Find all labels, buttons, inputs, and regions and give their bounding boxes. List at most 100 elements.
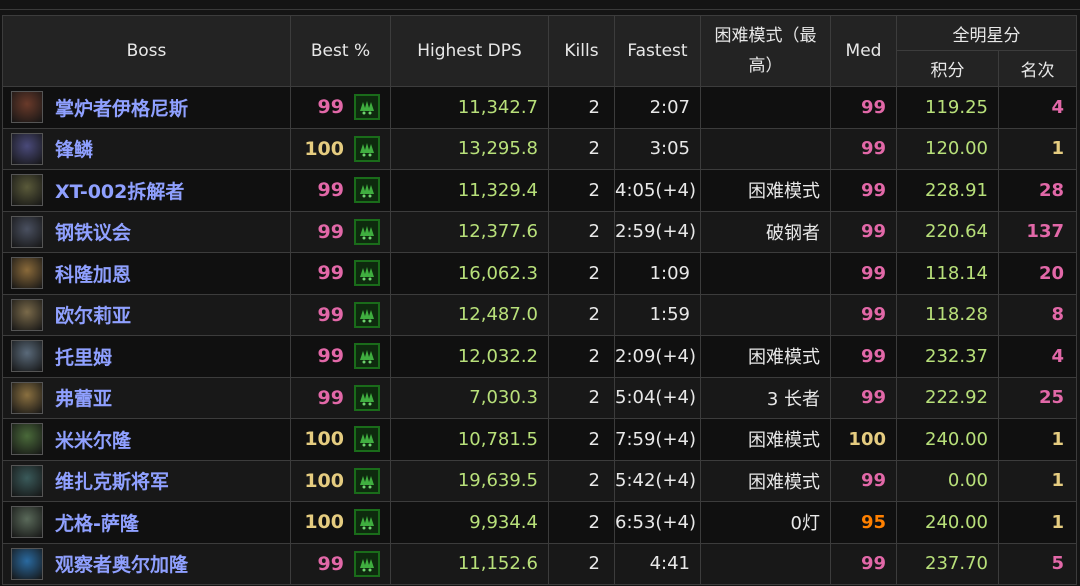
fastest-kill[interactable]: 7:59(+4)	[614, 418, 701, 461]
boss-wrap: 欧尔莉亚	[11, 298, 290, 331]
fastest-kill[interactable]: 4:41	[614, 542, 701, 585]
highest-dps: 9,934.4	[390, 501, 549, 544]
highest-dps: 19,639.5	[390, 459, 549, 502]
boss-name-link[interactable]: 科隆加恩	[55, 260, 131, 287]
median-percent: 99	[830, 542, 897, 585]
fastest-kill[interactable]: 6:53(+4)	[614, 501, 701, 544]
hard-mode: 破钢者	[700, 210, 831, 253]
header-points[interactable]: 积分	[896, 50, 999, 87]
boss-name-link[interactable]: 尤格-萨隆	[55, 509, 139, 536]
druid-feral-icon[interactable]	[354, 177, 380, 204]
header-highest-dps[interactable]: Highest DPS	[390, 15, 549, 87]
highest-dps: 13,295.8	[390, 127, 549, 170]
boss-name-link[interactable]: 欧尔莉亚	[55, 301, 131, 328]
table-row[interactable]: 科隆加恩 99 16,062.3 2 1:09 99 118.14 20	[2, 252, 1077, 295]
best-wrap: 99	[292, 218, 390, 245]
boss-portrait-icon	[11, 132, 43, 165]
boss-portrait-icon	[11, 506, 43, 539]
boss-name-link[interactable]: 托里姆	[55, 343, 112, 370]
all-stars-rank: 25	[998, 376, 1077, 419]
druid-feral-icon[interactable]	[354, 301, 380, 328]
table-row[interactable]: 观察者奥尔加隆 99 11,152.6 2 4:41 99 237.70 5	[2, 542, 1077, 585]
hard-mode	[700, 86, 831, 129]
table-row[interactable]: 锋鳞 100 13,295.8 2 3:05 99 120.00 1	[2, 127, 1077, 170]
header-median[interactable]: Med	[830, 15, 897, 87]
hard-mode	[700, 127, 831, 170]
table-row[interactable]: 米米尔隆 100 10,781.5 2 7:59(+4) 困难模式 100 240.00 1	[2, 418, 1077, 461]
druid-feral-icon[interactable]	[354, 509, 380, 536]
best-percent-cell: 99	[290, 335, 391, 378]
druid-feral-icon[interactable]	[354, 550, 380, 577]
best-wrap: 100	[292, 467, 390, 494]
boss-cell: 科隆加恩	[2, 252, 291, 295]
best-percent-cell: 100	[290, 127, 391, 170]
fastest-kill[interactable]: 5:04(+4)	[614, 376, 701, 419]
boss-name-link[interactable]: 米米尔隆	[55, 426, 131, 453]
best-wrap: 99	[292, 94, 390, 121]
kills: 2	[548, 376, 615, 419]
kills: 2	[548, 169, 615, 212]
header-fastest[interactable]: Fastest	[614, 15, 701, 87]
boss-name-link[interactable]: 维扎克斯将军	[55, 467, 169, 494]
boss-name-link[interactable]: 锋鳞	[55, 135, 93, 162]
table-row[interactable]: 维扎克斯将军 100 19,639.5 2 5:42(+4) 困难模式 99 0.00 1	[2, 459, 1077, 502]
boss-name-link[interactable]: 观察者奥尔加隆	[55, 550, 188, 577]
all-stars-points: 222.92	[896, 376, 999, 419]
table-row[interactable]: XT-002拆解者 99 11,329.4 2 4:05(+4) 困难模式 99 228.91…	[2, 169, 1077, 212]
boss-cell: 尤格-萨隆	[2, 501, 291, 544]
all-stars-points: 232.37	[896, 335, 999, 378]
boss-name-link[interactable]: 掌炉者伊格尼斯	[55, 94, 188, 121]
header-hard-mode[interactable]: 困难模式（最高）	[700, 15, 831, 87]
highest-dps: 16,062.3	[390, 252, 549, 295]
fastest-kill[interactable]: 1:59	[614, 293, 701, 336]
boss-portrait-icon	[11, 257, 43, 290]
druid-feral-icon[interactable]	[354, 218, 380, 245]
boss-wrap: 托里姆	[11, 340, 290, 373]
header-kills[interactable]: Kills	[548, 15, 615, 87]
boss-name-link[interactable]: 弗蕾亚	[55, 384, 112, 411]
boss-cell: 掌炉者伊格尼斯	[2, 86, 291, 129]
table-row[interactable]: 尤格-萨隆 100 9,934.4 2 6:53(+4) 0灯 95 240.00 1	[2, 501, 1077, 544]
header-rank[interactable]: 名次	[998, 50, 1077, 87]
all-stars-points: 118.28	[896, 293, 999, 336]
table-row[interactable]: 钢铁议会 99 12,377.6 2 2:59(+4) 破钢者 99 220.64 137	[2, 210, 1077, 253]
boss-portrait-icon	[11, 174, 43, 207]
fastest-kill[interactable]: 2:59(+4)	[614, 210, 701, 253]
all-stars-points: 237.70	[896, 542, 999, 585]
median-percent: 99	[830, 376, 897, 419]
fastest-kill[interactable]: 3:05	[614, 127, 701, 170]
table-row[interactable]: 欧尔莉亚 99 12,487.0 2 1:59 99 118.28 8	[2, 293, 1077, 336]
fastest-kill[interactable]: 5:42(+4)	[614, 459, 701, 502]
boss-cell: 弗蕾亚	[2, 376, 291, 419]
druid-feral-icon[interactable]	[354, 135, 380, 162]
all-stars-points: 240.00	[896, 418, 999, 461]
boss-name-link[interactable]: 钢铁议会	[55, 218, 131, 245]
druid-feral-icon[interactable]	[354, 94, 380, 121]
boss-portrait-icon	[11, 423, 43, 456]
table-row[interactable]: 弗蕾亚 99 7,030.3 2 5:04(+4) 3 长者 99 222.92 25	[2, 376, 1077, 419]
boss-wrap: 锋鳞	[11, 132, 290, 165]
kills: 2	[548, 418, 615, 461]
kills: 2	[548, 542, 615, 585]
druid-feral-icon[interactable]	[354, 467, 380, 494]
druid-feral-icon[interactable]	[354, 343, 380, 370]
table-row[interactable]: 掌炉者伊格尼斯 99 11,342.7 2 2:07 99 119.25 4	[2, 86, 1077, 129]
boss-wrap: XT-002拆解者	[11, 174, 290, 207]
druid-feral-icon[interactable]	[354, 260, 380, 287]
druid-feral-icon[interactable]	[354, 426, 380, 453]
druid-feral-icon[interactable]	[354, 384, 380, 411]
fastest-kill[interactable]: 2:07	[614, 86, 701, 129]
fastest-kill[interactable]: 2:09(+4)	[614, 335, 701, 378]
median-percent: 99	[830, 86, 897, 129]
boss-name-link[interactable]: XT-002拆解者	[55, 177, 184, 204]
header-boss[interactable]: Boss	[2, 15, 291, 87]
best-percent: 99	[317, 96, 344, 119]
boss-cell: 米米尔隆	[2, 418, 291, 461]
fastest-kill[interactable]: 1:09	[614, 252, 701, 295]
fastest-kill[interactable]: 4:05(+4)	[614, 169, 701, 212]
best-percent-cell: 99	[290, 542, 391, 585]
table-row[interactable]: 托里姆 99 12,032.2 2 2:09(+4) 困难模式 99 232.37 4	[2, 335, 1077, 378]
highest-dps: 11,152.6	[390, 542, 549, 585]
header-best-percent[interactable]: Best %	[290, 15, 391, 87]
best-percent: 100	[304, 511, 344, 534]
